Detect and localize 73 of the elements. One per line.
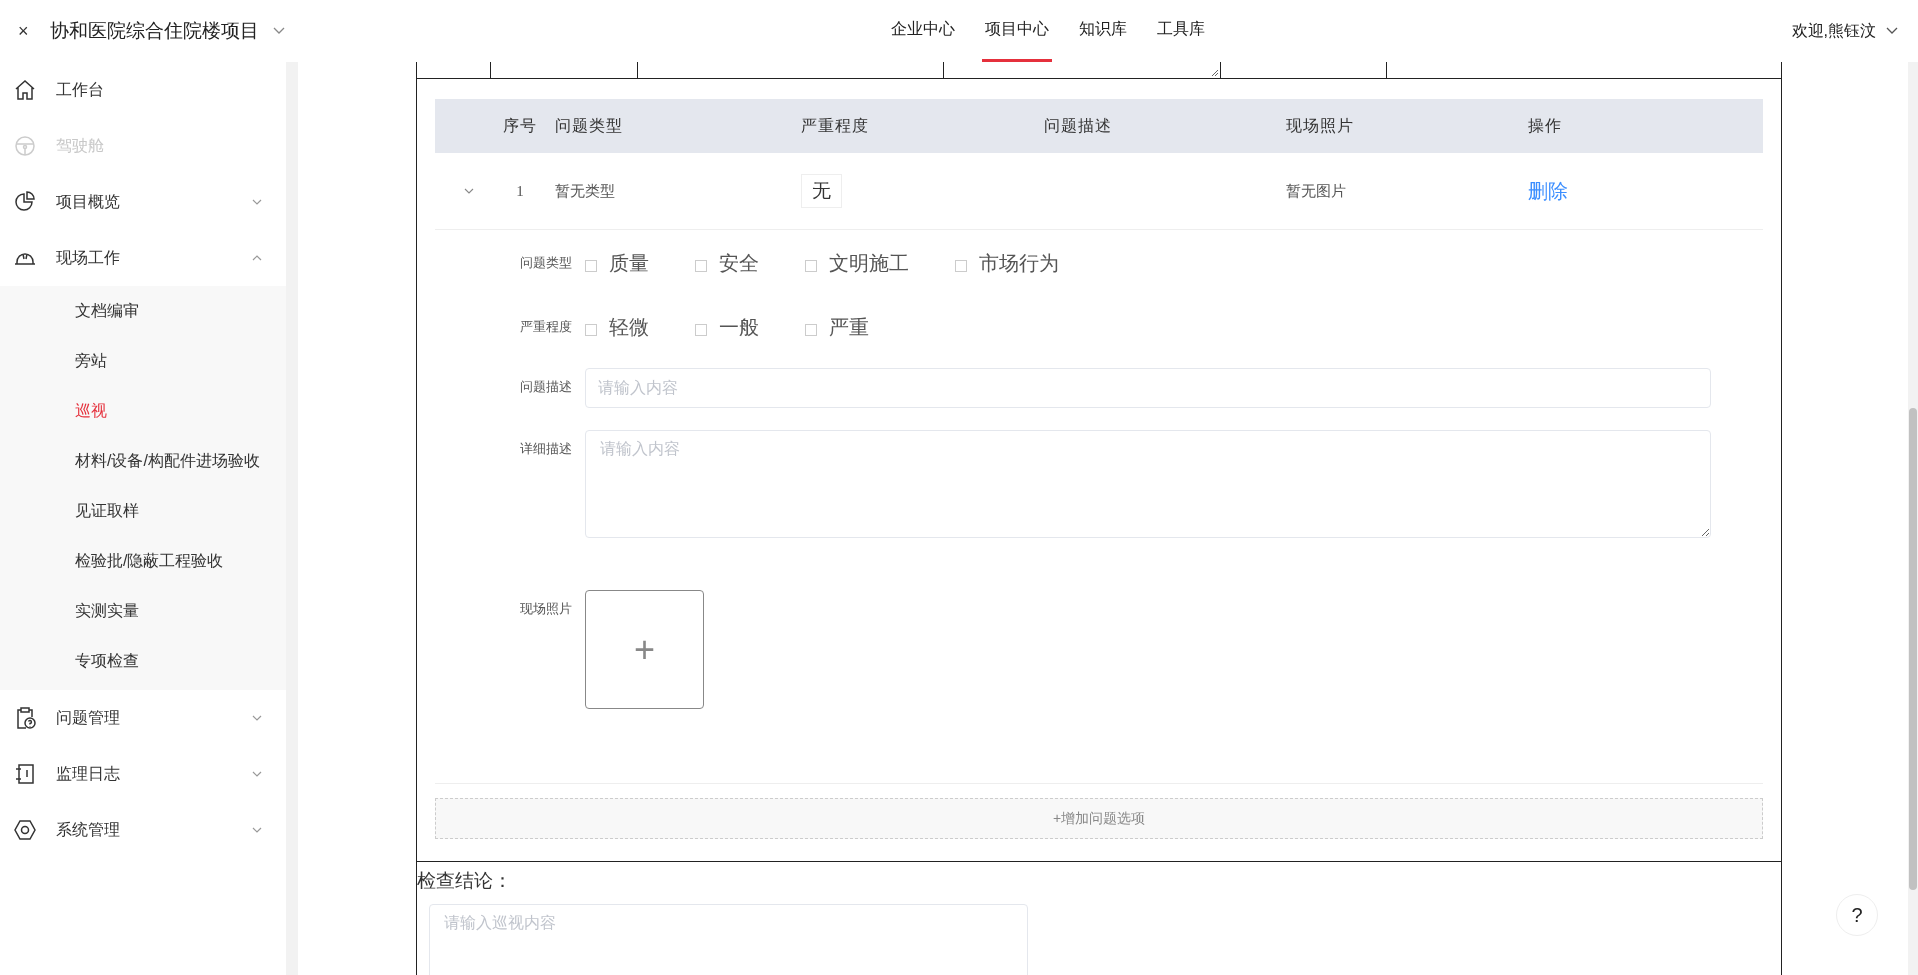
submenu-item[interactable]: 见证取样: [0, 486, 286, 536]
conclusion-label: 检查结论：: [417, 869, 513, 893]
chevron-down-icon[interactable]: [1886, 27, 1898, 35]
submenu-item[interactable]: 专项检查: [0, 636, 286, 686]
project-name: 协和医院综合住院楼项目: [50, 19, 259, 43]
table-cell-text: 暂无图片: [1285, 181, 1347, 201]
house-icon: [14, 79, 36, 101]
textarea-field[interactable]: 请输入内容: [585, 430, 1711, 538]
column-header: 操作: [1527, 115, 1563, 136]
sidebar-item[interactable]: 项目概览: [0, 174, 286, 230]
nav-tab[interactable]: 企业中心: [888, 0, 958, 62]
notebook-icon: [14, 763, 36, 785]
sidebar-item[interactable]: 工作台: [0, 62, 286, 118]
submenu-item[interactable]: 巡视: [0, 386, 286, 436]
form-label: 问题描述: [519, 378, 573, 396]
submenu-item[interactable]: 旁站: [0, 336, 286, 386]
checkbox-label[interactable]: 文明施工: [829, 249, 909, 277]
input-field[interactable]: 请输入内容: [585, 368, 1711, 408]
form-label: 严重程度: [519, 318, 573, 336]
form-label: 现场照片: [519, 600, 573, 618]
chevron-down-icon[interactable]: [464, 188, 474, 194]
severity-tag: 无: [801, 174, 842, 208]
checkbox-label[interactable]: 市场行为: [979, 249, 1059, 277]
clipboard-icon: [14, 707, 36, 729]
form-label: 详细描述: [519, 440, 573, 458]
column-header: 严重程度: [800, 115, 870, 136]
nav-tab[interactable]: 知识库: [1076, 0, 1130, 62]
checkbox[interactable]: [695, 324, 707, 336]
checkbox[interactable]: [695, 260, 707, 272]
add-issue-button[interactable]: +增加问题选项: [435, 798, 1763, 839]
user-greeting[interactable]: 欢迎,熊钰汶: [1791, 20, 1876, 42]
checkbox[interactable]: [805, 260, 817, 272]
checkbox[interactable]: [585, 324, 597, 336]
checkbox[interactable]: [955, 260, 967, 272]
column-header: 现场照片: [1285, 115, 1355, 136]
checkbox-label[interactable]: 轻微: [609, 313, 649, 341]
nav-tab[interactable]: 工具库: [1154, 0, 1208, 62]
checkbox[interactable]: [805, 324, 817, 336]
checkbox-label[interactable]: 一般: [719, 313, 759, 341]
steering-wheel-icon: [14, 135, 36, 157]
close-button[interactable]: ×: [18, 20, 50, 42]
checkbox[interactable]: [585, 260, 597, 272]
hexagon-icon: [14, 819, 36, 841]
chevron-down-icon[interactable]: [273, 27, 285, 35]
checkbox-label[interactable]: 安全: [719, 249, 759, 277]
chevron-down-icon: [252, 715, 262, 721]
checkbox-label[interactable]: 质量: [609, 249, 649, 277]
submenu-item[interactable]: 文档编审: [0, 286, 286, 336]
scrollbar-thumb[interactable]: [1909, 408, 1917, 890]
table-cell-text: 1: [515, 182, 525, 200]
sidebar-item[interactable]: 系统管理: [0, 802, 286, 858]
textarea-field[interactable]: 请输入巡视内容: [429, 904, 1028, 975]
submenu-item[interactable]: 材料/设备/构配件进场验收: [0, 436, 286, 486]
sidebar-item[interactable]: 监理日志: [0, 746, 286, 802]
sidebar-item[interactable]: 问题管理: [0, 690, 286, 746]
form-label: 问题类型: [519, 254, 573, 272]
chevron-up-icon: [252, 255, 262, 261]
submenu-item[interactable]: 检验批/隐蔽工程验收: [0, 536, 286, 586]
column-header: 问题描述: [1043, 115, 1113, 136]
chevron-down-icon: [252, 827, 262, 833]
checkbox-label[interactable]: 严重: [829, 313, 869, 341]
sidebar-item[interactable]: 现场工作: [0, 230, 286, 286]
column-header: 问题类型: [554, 115, 624, 136]
chevron-down-icon: [252, 199, 262, 205]
table-cell-text: 暂无类型: [554, 181, 616, 201]
submenu-item[interactable]: 实测实量: [0, 586, 286, 636]
chevron-down-icon: [252, 771, 262, 777]
scrollbar[interactable]: [1908, 62, 1918, 975]
upload-button[interactable]: +: [585, 590, 704, 709]
column-header: 序号: [502, 115, 538, 136]
pie-chart-icon: [14, 191, 36, 213]
help-button[interactable]: ?: [1836, 894, 1878, 936]
resize-grip-icon[interactable]: [1211, 69, 1219, 77]
